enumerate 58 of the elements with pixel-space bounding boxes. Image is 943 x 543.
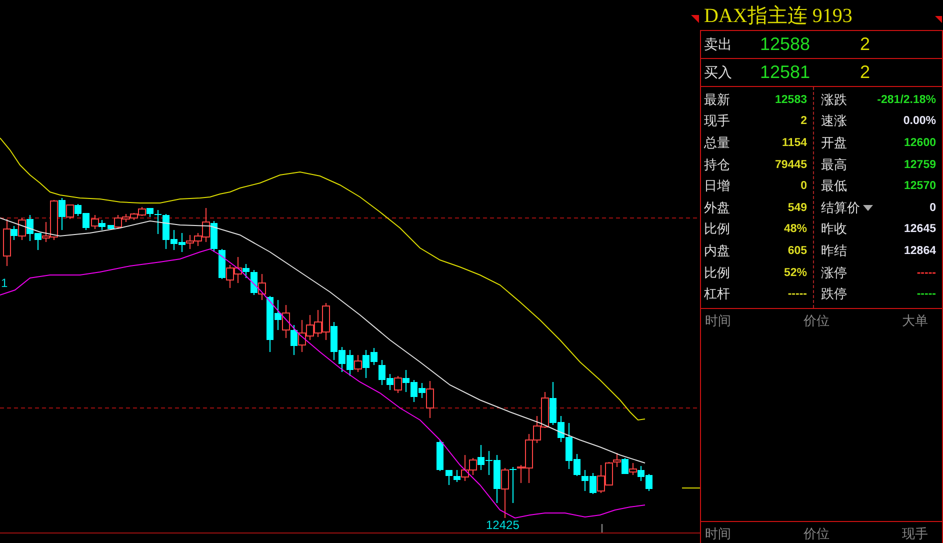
stat-value: 0.00%: [903, 115, 936, 128]
low-price-label: 12425: [486, 518, 520, 532]
stat-label: 速涨: [821, 113, 847, 130]
stat-value: 12759: [904, 158, 936, 171]
stat-value: 12645: [904, 223, 936, 236]
corner-triangle-icon: [691, 15, 699, 23]
stat-value: -----: [916, 288, 936, 300]
stat-value: 12864: [904, 244, 936, 257]
stat-label: 昨结: [821, 242, 847, 260]
quote-price: 12581: [760, 62, 812, 83]
stat-label: 比例: [704, 221, 730, 238]
stat-value: 2: [800, 115, 807, 128]
caret-icon[interactable]: [863, 204, 873, 211]
stat-label: 外盘: [704, 200, 730, 217]
stat-value: 79445: [775, 158, 807, 171]
column-header: 大单: [902, 312, 928, 330]
quote-volume: 2: [860, 62, 870, 83]
stat-label: 开盘: [821, 134, 847, 152]
column-header: 现手: [902, 526, 928, 543]
stat-label: 昨收: [821, 221, 847, 238]
stat-value: 605: [788, 244, 807, 257]
corner-triangle-icon: [935, 16, 942, 23]
column-header: 价位: [804, 312, 830, 330]
stat-label: 结算价: [821, 200, 860, 217]
stat-value: -281/2.18%: [877, 94, 936, 106]
stat-value: -----: [788, 288, 807, 300]
stat-value: 48%: [784, 223, 807, 236]
stat-value: 0: [930, 202, 936, 214]
quote-volume: 2: [860, 34, 870, 55]
stat-value: 12583: [775, 94, 807, 106]
stat-value: 12600: [904, 136, 936, 149]
quote-price: 12588: [760, 34, 812, 55]
stat-label: 总量: [704, 134, 730, 152]
stat-value: 549: [788, 202, 807, 214]
stat-label: 最高: [821, 156, 847, 174]
stat-label: 日增: [704, 178, 730, 196]
stat-label: 涨跌: [821, 92, 847, 109]
stat-label: 最低: [821, 178, 847, 196]
stat-label: 比例: [704, 264, 730, 282]
stat-label: 杠杆: [704, 286, 730, 304]
stat-label: 内盘: [704, 242, 730, 260]
column-header: 时间: [705, 526, 731, 543]
column-header: 时间: [705, 312, 731, 330]
stat-label: 跌停: [821, 286, 847, 304]
stat-label: 涨停: [821, 264, 847, 282]
quote-label: 卖出: [703, 36, 733, 54]
stat-value: 12570: [904, 180, 936, 192]
stat-label: 持仓: [704, 156, 730, 174]
stat-value: 1154: [782, 136, 807, 149]
contract-title: DAX指主连 9193: [703, 4, 852, 29]
quote-label: 买入: [703, 64, 733, 82]
stat-value: -----: [916, 266, 936, 279]
column-header: 价位: [804, 526, 830, 543]
stat-label: 最新: [704, 92, 730, 109]
stat-value: 52%: [784, 266, 807, 279]
axis-label: 1: [1, 276, 8, 290]
stat-value: 0: [800, 180, 807, 192]
stat-label: 现手: [704, 113, 730, 130]
